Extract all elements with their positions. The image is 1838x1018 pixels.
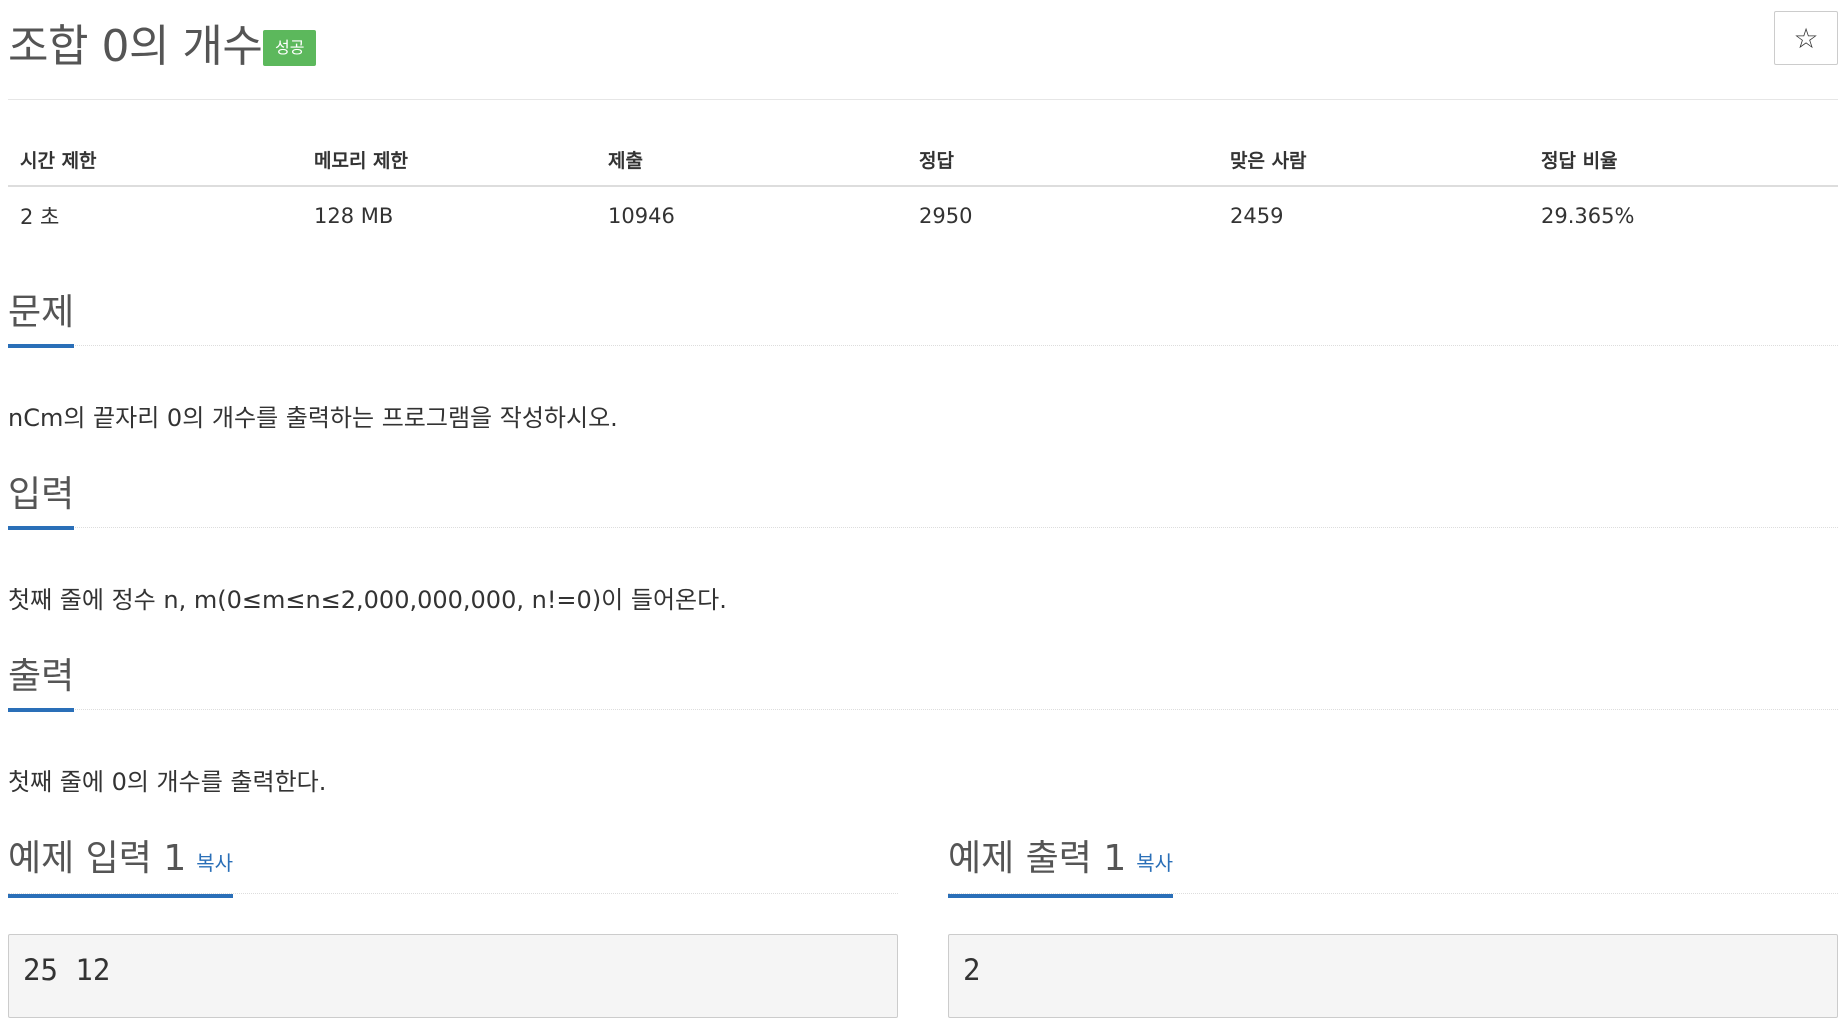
star-icon: ☆ [1793,22,1819,54]
accept-rate-value: 29.365% [1541,204,1635,228]
copy-sample-input-link[interactable]: 복사 [196,851,233,875]
sample-output-head: 예제 출력 1 복사 [948,838,1838,898]
submissions-value: 10946 [608,204,675,228]
sample-output-panel: 예제 출력 1 복사 2 [948,838,1838,1018]
submissions-header: 제출 [596,138,907,187]
sample-output-content[interactable]: 2 [948,934,1838,1018]
problem-description: nCm의 끝자리 0의 개수를 출력하는 프로그램을 작성하시오. [8,404,618,432]
time-limit-value: 2 초 [20,205,60,229]
input-section-title: 입력 [8,474,75,530]
sample-input-title: 예제 입력 1 복사 [8,838,234,898]
solvers-value: 2459 [1230,204,1284,228]
copy-sample-output-link[interactable]: 복사 [1136,851,1173,875]
input-section: 입력 첫째 줄에 정수 n, m(0≤m≤n≤2,000,000,000, n!… [8,474,1838,614]
problem-header: 조합 0의 개수 성공 ☆ [8,0,1838,100]
output-section-title: 출력 [8,656,75,712]
sample-output-title: 예제 출력 1 복사 [948,838,1174,898]
accept-rate-header: 정답 비율 [1529,138,1838,187]
input-description: 첫째 줄에 정수 n, m(0≤m≤n≤2,000,000,000, n!=0)… [8,586,727,614]
problem-section-head: 문제 [8,292,1838,348]
problem-section-title: 문제 [8,292,75,348]
output-section: 출력 첫째 줄에 0의 개수를 출력한다. [8,656,1838,796]
accepted-value: 2950 [919,204,973,228]
sample-input-content[interactable]: 25 12 [8,934,898,1018]
sample-input-panel: 예제 입력 1 복사 25 12 [8,838,898,1018]
solvers-header: 맞은 사람 [1218,138,1529,187]
memory-limit-header: 메모리 제한 [302,138,596,187]
problem-page: 조합 0의 개수 성공 ☆ 시간 제한 메모리 제한 제출 정답 맞은 사람 정… [8,0,1838,1018]
memory-limit-value: 128 MB [314,204,394,228]
problem-section: 문제 nCm의 끝자리 0의 개수를 출력하는 프로그램을 작성하시오. [8,292,1838,432]
status-badge: 성공 [263,30,317,66]
output-description: 첫째 줄에 0의 개수를 출력한다. [8,768,327,796]
favorite-button[interactable]: ☆ [1774,11,1838,65]
info-header-row: 시간 제한 메모리 제한 제출 정답 맞은 사람 정답 비율 [8,138,1838,187]
sample-output-title-text: 예제 출력 1 [948,838,1127,879]
time-limit-header: 시간 제한 [8,138,302,187]
sample-input-head: 예제 입력 1 복사 [8,838,898,898]
output-section-head: 출력 [8,656,1838,712]
accepted-header: 정답 [907,138,1218,187]
problem-info-table: 시간 제한 메모리 제한 제출 정답 맞은 사람 정답 비율 2 초 128 M… [8,138,1838,245]
page-title: 조합 0의 개수 [8,21,263,72]
info-value-row: 2 초 128 MB 10946 2950 2459 29.365% [8,186,1838,245]
input-section-head: 입력 [8,474,1838,530]
sample-input-title-text: 예제 입력 1 [8,838,187,879]
